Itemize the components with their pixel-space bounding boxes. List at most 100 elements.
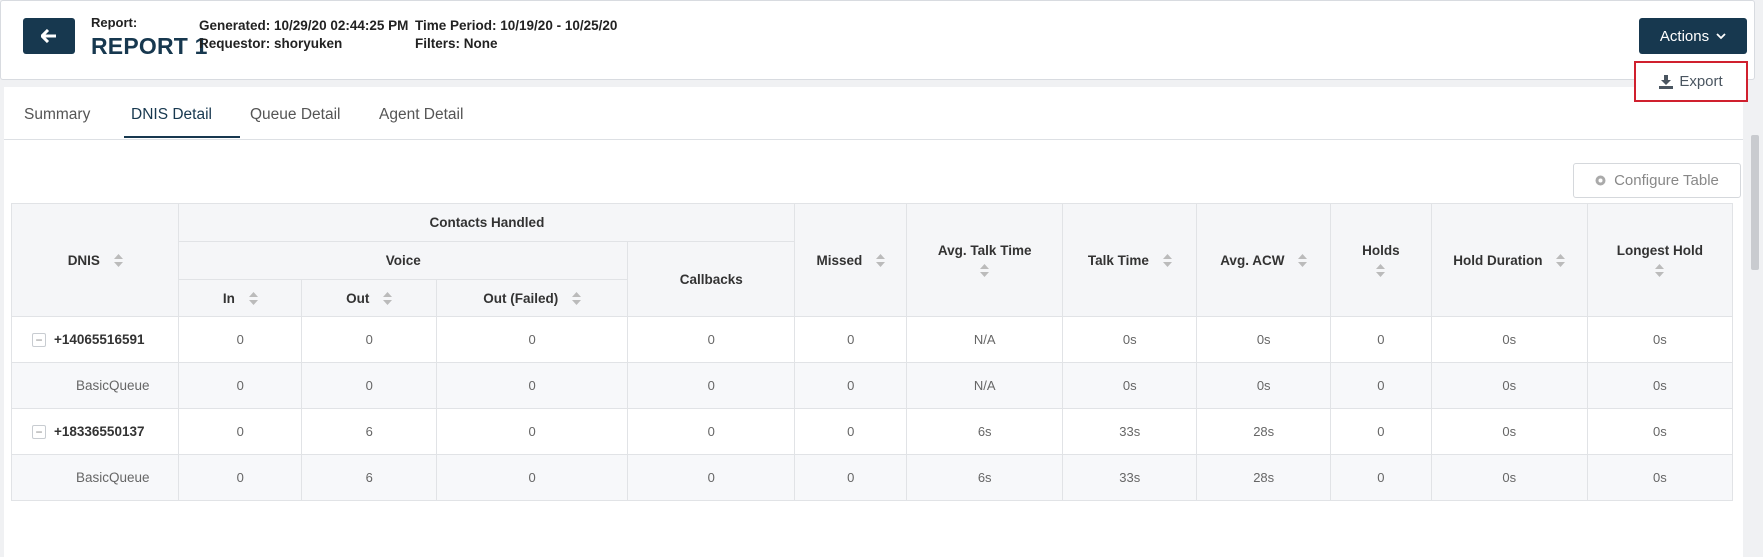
hold-duration-cell: 0s <box>1430 454 1588 501</box>
header-avg-talk-time[interactable]: Avg. Talk Time <box>906 203 1064 317</box>
header-hold-duration[interactable]: Hold Duration <box>1430 203 1588 317</box>
longest-hold-cell: 0s <box>1586 454 1734 501</box>
out-cell: 6 <box>301 454 438 501</box>
longest-hold-cell: 0s <box>1586 362 1734 409</box>
header-holds[interactable]: Holds <box>1330 203 1432 317</box>
time-period-text: Time Period: 10/19/20 - 10/25/20 <box>415 18 618 33</box>
chevron-down-icon <box>1716 32 1726 39</box>
header-talk-time[interactable]: Talk Time <box>1062 203 1198 317</box>
generated-text: Generated: 10/29/20 02:44:25 PM <box>199 18 409 33</box>
report-header: Report: REPORT 1 Generated: 10/29/20 02:… <box>0 0 1755 80</box>
arrow-left-icon <box>41 29 56 43</box>
collapse-minus-icon[interactable]: − <box>32 333 46 348</box>
avg-talk-time-cell: 6s <box>906 408 1064 455</box>
avg-acw-cell: 0s <box>1196 316 1332 363</box>
in-cell: 0 <box>178 454 303 501</box>
holds-cell: 0 <box>1330 454 1432 501</box>
out-cell: 6 <box>301 408 438 455</box>
callbacks-cell: 0 <box>627 362 796 409</box>
avg-acw-cell: 0s <box>1196 362 1332 409</box>
header-avg-acw[interactable]: Avg. ACW <box>1196 203 1332 317</box>
holds-cell: 0 <box>1330 408 1432 455</box>
filters-text: Filters: None <box>415 36 498 51</box>
holds-cell: 0 <box>1330 362 1432 409</box>
hold-duration-cell: 0s <box>1430 408 1588 455</box>
table-row: − +14065516591 0 0 0 0 0 N/A 0s 0s 0 0s 0… <box>10 316 1734 363</box>
out-failed-cell: 0 <box>436 408 629 455</box>
report-title: REPORT 1 <box>91 33 208 59</box>
sort-icon[interactable] <box>572 292 581 306</box>
in-cell: 0 <box>178 316 303 363</box>
avg-acw-cell: 28s <box>1196 454 1332 501</box>
avg-talk-time-cell: 6s <box>906 454 1064 501</box>
in-cell: 0 <box>178 362 303 409</box>
talk-time-cell: 33s <box>1062 454 1198 501</box>
sort-icon[interactable] <box>876 254 886 268</box>
download-icon <box>1659 74 1674 89</box>
active-tab-indicator <box>124 136 240 138</box>
header-out[interactable]: Out <box>301 279 438 317</box>
collapse-minus-icon[interactable]: − <box>32 425 46 440</box>
longest-hold-cell: 0s <box>1586 408 1734 455</box>
out-failed-cell: 0 <box>436 362 629 409</box>
in-cell: 0 <box>178 408 303 455</box>
dnis-cell: − +14065516591 <box>10 316 180 363</box>
table-row: BasicQueue 0 0 0 0 0 N/A 0s 0s 0 0s 0s <box>10 362 1734 409</box>
sort-icon[interactable] <box>1376 264 1386 277</box>
sort-icon[interactable] <box>1162 254 1172 268</box>
out-cell: 0 <box>301 362 438 409</box>
hold-duration-cell: 0s <box>1430 316 1588 363</box>
talk-time-cell: 0s <box>1062 316 1198 363</box>
table-row: − +18336550137 0 6 0 0 0 6s 33s 28s 0 0s … <box>10 408 1734 455</box>
header-voice: Voice <box>178 241 629 280</box>
out-cell: 0 <box>301 316 438 363</box>
header-dnis[interactable]: DNIS <box>10 203 180 317</box>
avg-talk-time-cell: N/A <box>906 362 1064 409</box>
header-callbacks: Callbacks <box>627 241 796 317</box>
tab-summary[interactable]: Summary <box>24 106 90 124</box>
missed-cell: 0 <box>794 316 908 363</box>
report-label: Report: <box>91 15 138 30</box>
avg-talk-time-cell: N/A <box>906 316 1064 363</box>
missed-cell: 0 <box>794 408 908 455</box>
header-missed[interactable]: Missed <box>794 203 908 317</box>
sort-icon[interactable] <box>113 254 123 268</box>
sort-icon[interactable] <box>248 292 258 306</box>
header-in[interactable]: In <box>178 279 303 317</box>
sort-icon[interactable] <box>1655 264 1665 277</box>
avg-acw-cell: 28s <box>1196 408 1332 455</box>
callbacks-cell: 0 <box>627 454 796 501</box>
header-contacts-handled: Contacts Handled <box>178 203 796 242</box>
gear-icon <box>1595 175 1606 186</box>
sort-icon[interactable] <box>1556 254 1566 268</box>
talk-time-cell: 33s <box>1062 408 1198 455</box>
header-out-failed[interactable]: Out (Failed) <box>436 279 629 317</box>
out-failed-cell: 0 <box>436 316 629 363</box>
table-row: BasicQueue 0 6 0 0 0 6s 33s 28s 0 0s 0s <box>10 454 1734 501</box>
tab-agent-detail[interactable]: Agent Detail <box>379 106 463 124</box>
sort-icon[interactable] <box>980 264 990 277</box>
vertical-scrollbar[interactable] <box>1751 135 1759 270</box>
out-failed-cell: 0 <box>436 454 629 501</box>
header-longest-hold[interactable]: Longest Hold <box>1586 203 1734 317</box>
longest-hold-cell: 0s <box>1586 316 1734 363</box>
export-menu-item[interactable]: Export <box>1634 61 1748 102</box>
tab-dnis-detail[interactable]: DNIS Detail <box>131 106 212 124</box>
actions-label: Actions <box>1659 27 1710 45</box>
callbacks-cell: 0 <box>627 316 796 363</box>
tab-queue-detail[interactable]: Queue Detail <box>250 106 340 124</box>
talk-time-cell: 0s <box>1062 362 1198 409</box>
queue-cell: BasicQueue <box>10 362 180 409</box>
queue-cell: BasicQueue <box>10 454 180 501</box>
missed-cell: 0 <box>794 454 908 501</box>
missed-cell: 0 <box>794 362 908 409</box>
configure-table-button[interactable]: Configure Table <box>1573 163 1741 198</box>
report-tabs: Summary DNIS Detail Queue Detail Agent D… <box>4 87 1743 140</box>
callbacks-cell: 0 <box>627 408 796 455</box>
actions-button[interactable]: Actions <box>1639 18 1747 54</box>
export-label: Export <box>1679 73 1723 90</box>
sort-icon[interactable] <box>1298 254 1308 268</box>
back-button[interactable] <box>23 18 75 54</box>
sort-icon[interactable] <box>383 292 393 306</box>
configure-table-label: Configure Table <box>1614 172 1719 189</box>
